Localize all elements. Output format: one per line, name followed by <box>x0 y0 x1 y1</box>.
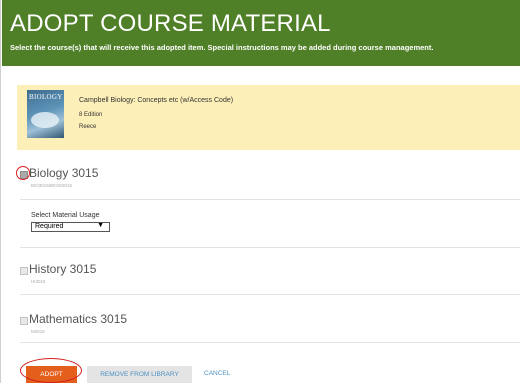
divider <box>20 247 520 248</box>
cancel-link[interactable]: CANCEL <box>204 370 230 377</box>
highlight-circle <box>16 166 30 180</box>
material-edition: 8 Edition <box>79 112 103 118</box>
highlight-circle <box>20 358 82 383</box>
material-usage-value: Required <box>35 223 64 230</box>
book-cover-title: BIOLOGY <box>29 93 63 101</box>
material-card: BIOLOGY Campbell Biology: Concepts etc (… <box>17 85 520 150</box>
remove-from-library-button[interactable]: REMOVE FROM LIBRARY <box>87 366 192 383</box>
course-checkbox-history[interactable] <box>20 267 28 275</box>
course-code: HI3015 <box>31 279 46 284</box>
course-name: Biology 3015 <box>29 166 99 180</box>
material-usage-select[interactable]: Required ▼ <box>31 222 110 232</box>
material-usage-label: Select Material Usage <box>31 212 100 219</box>
page-title: ADOPT COURSE MATERIAL <box>10 10 331 37</box>
course-code: M3015 <box>31 329 45 334</box>
dialog-header: ADOPT COURSE MATERIAL Select the course(… <box>2 0 520 66</box>
material-author: Reece <box>79 124 97 130</box>
divider <box>20 342 520 343</box>
divider <box>20 199 520 200</box>
book-cover-image: BIOLOGY <box>27 90 64 138</box>
course-code: BIO3015/BIOW3015 <box>31 183 73 188</box>
chevron-down-icon: ▼ <box>97 222 104 229</box>
book-cover-art <box>31 112 59 128</box>
course-name: Mathematics 3015 <box>29 312 128 326</box>
course-name: History 3015 <box>29 262 97 276</box>
divider <box>20 294 520 295</box>
course-checkbox-mathematics[interactable] <box>20 317 28 325</box>
material-title: Campbell Biology: Concepts etc (w/Access… <box>79 97 234 104</box>
adopt-dialog: ADOPT COURSE MATERIAL Select the course(… <box>0 0 520 383</box>
page-subtitle: Select the course(s) that will receive t… <box>10 43 434 52</box>
